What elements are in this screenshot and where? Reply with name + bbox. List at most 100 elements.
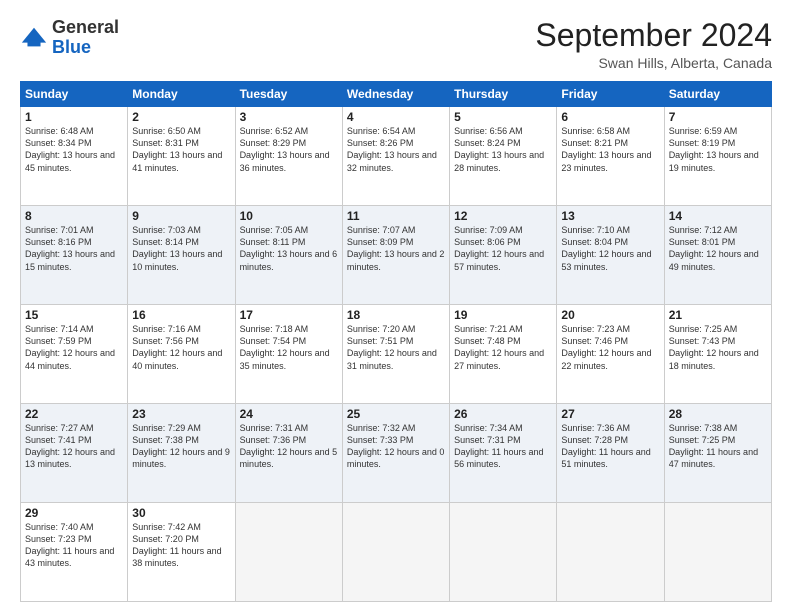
calendar-cell: 8Sunrise: 7:01 AMSunset: 8:16 PMDaylight… [21, 206, 128, 305]
calendar-cell: 23Sunrise: 7:29 AMSunset: 7:38 PMDayligh… [128, 404, 235, 503]
calendar-cell: 15Sunrise: 7:14 AMSunset: 7:59 PMDayligh… [21, 305, 128, 404]
calendar-cell: 16Sunrise: 7:16 AMSunset: 7:56 PMDayligh… [128, 305, 235, 404]
calendar-cell: 10Sunrise: 7:05 AMSunset: 8:11 PMDayligh… [235, 206, 342, 305]
day-of-week-monday: Monday [128, 82, 235, 107]
calendar-cell: 6Sunrise: 6:58 AMSunset: 8:21 PMDaylight… [557, 107, 664, 206]
calendar-cell: 22Sunrise: 7:27 AMSunset: 7:41 PMDayligh… [21, 404, 128, 503]
day-of-week-saturday: Saturday [664, 82, 771, 107]
calendar-cell: 1Sunrise: 6:48 AMSunset: 8:34 PMDaylight… [21, 107, 128, 206]
cell-info: Sunrise: 6:59 AMSunset: 8:19 PMDaylight:… [669, 125, 767, 174]
day-number: 15 [25, 308, 123, 322]
cell-info: Sunrise: 7:32 AMSunset: 7:33 PMDaylight:… [347, 422, 445, 471]
logo-blue-text: Blue [52, 37, 91, 57]
day-number: 21 [669, 308, 767, 322]
calendar-cell: 26Sunrise: 7:34 AMSunset: 7:31 PMDayligh… [450, 404, 557, 503]
calendar-cell: 13Sunrise: 7:10 AMSunset: 8:04 PMDayligh… [557, 206, 664, 305]
calendar-cell: 2Sunrise: 6:50 AMSunset: 8:31 PMDaylight… [128, 107, 235, 206]
calendar-cell [235, 503, 342, 602]
cell-info: Sunrise: 7:16 AMSunset: 7:56 PMDaylight:… [132, 323, 230, 372]
day-number: 20 [561, 308, 659, 322]
cell-info: Sunrise: 7:21 AMSunset: 7:48 PMDaylight:… [454, 323, 552, 372]
calendar-cell: 21Sunrise: 7:25 AMSunset: 7:43 PMDayligh… [664, 305, 771, 404]
day-number: 7 [669, 110, 767, 124]
day-number: 18 [347, 308, 445, 322]
cell-info: Sunrise: 7:36 AMSunset: 7:28 PMDaylight:… [561, 422, 659, 471]
day-number: 30 [132, 506, 230, 520]
day-of-week-tuesday: Tuesday [235, 82, 342, 107]
day-number: 12 [454, 209, 552, 223]
calendar-cell: 30Sunrise: 7:42 AMSunset: 7:20 PMDayligh… [128, 503, 235, 602]
day-number: 6 [561, 110, 659, 124]
day-number: 23 [132, 407, 230, 421]
day-number: 17 [240, 308, 338, 322]
calendar-cell: 29Sunrise: 7:40 AMSunset: 7:23 PMDayligh… [21, 503, 128, 602]
day-number: 27 [561, 407, 659, 421]
day-of-week-friday: Friday [557, 82, 664, 107]
page: General Blue September 2024 Swan Hills, … [0, 0, 792, 612]
calendar-cell: 24Sunrise: 7:31 AMSunset: 7:36 PMDayligh… [235, 404, 342, 503]
calendar-row: 1Sunrise: 6:48 AMSunset: 8:34 PMDaylight… [21, 107, 772, 206]
day-number: 11 [347, 209, 445, 223]
cell-info: Sunrise: 7:27 AMSunset: 7:41 PMDaylight:… [25, 422, 123, 471]
cell-info: Sunrise: 7:09 AMSunset: 8:06 PMDaylight:… [454, 224, 552, 273]
calendar-cell [450, 503, 557, 602]
calendar-cell [342, 503, 449, 602]
header: General Blue September 2024 Swan Hills, … [20, 18, 772, 71]
cell-info: Sunrise: 7:42 AMSunset: 7:20 PMDaylight:… [132, 521, 230, 570]
calendar-cell: 7Sunrise: 6:59 AMSunset: 8:19 PMDaylight… [664, 107, 771, 206]
calendar-cell: 3Sunrise: 6:52 AMSunset: 8:29 PMDaylight… [235, 107, 342, 206]
day-number: 9 [132, 209, 230, 223]
calendar-row: 29Sunrise: 7:40 AMSunset: 7:23 PMDayligh… [21, 503, 772, 602]
logo: General Blue [20, 18, 119, 58]
day-number: 14 [669, 209, 767, 223]
cell-info: Sunrise: 7:34 AMSunset: 7:31 PMDaylight:… [454, 422, 552, 471]
calendar-cell: 12Sunrise: 7:09 AMSunset: 8:06 PMDayligh… [450, 206, 557, 305]
cell-info: Sunrise: 7:38 AMSunset: 7:25 PMDaylight:… [669, 422, 767, 471]
cell-info: Sunrise: 6:54 AMSunset: 8:26 PMDaylight:… [347, 125, 445, 174]
cell-info: Sunrise: 7:14 AMSunset: 7:59 PMDaylight:… [25, 323, 123, 372]
calendar-cell: 19Sunrise: 7:21 AMSunset: 7:48 PMDayligh… [450, 305, 557, 404]
cell-info: Sunrise: 6:50 AMSunset: 8:31 PMDaylight:… [132, 125, 230, 174]
cell-info: Sunrise: 7:03 AMSunset: 8:14 PMDaylight:… [132, 224, 230, 273]
day-number: 2 [132, 110, 230, 124]
calendar-row: 22Sunrise: 7:27 AMSunset: 7:41 PMDayligh… [21, 404, 772, 503]
day-number: 5 [454, 110, 552, 124]
calendar-cell [664, 503, 771, 602]
calendar-header-row: SundayMondayTuesdayWednesdayThursdayFrid… [21, 82, 772, 107]
cell-info: Sunrise: 7:23 AMSunset: 7:46 PMDaylight:… [561, 323, 659, 372]
cell-info: Sunrise: 7:01 AMSunset: 8:16 PMDaylight:… [25, 224, 123, 273]
day-number: 24 [240, 407, 338, 421]
day-number: 8 [25, 209, 123, 223]
location: Swan Hills, Alberta, Canada [535, 55, 772, 71]
calendar-cell: 18Sunrise: 7:20 AMSunset: 7:51 PMDayligh… [342, 305, 449, 404]
logo-general-text: General [52, 17, 119, 37]
calendar-cell: 27Sunrise: 7:36 AMSunset: 7:28 PMDayligh… [557, 404, 664, 503]
cell-info: Sunrise: 7:31 AMSunset: 7:36 PMDaylight:… [240, 422, 338, 471]
cell-info: Sunrise: 7:20 AMSunset: 7:51 PMDaylight:… [347, 323, 445, 372]
cell-info: Sunrise: 6:58 AMSunset: 8:21 PMDaylight:… [561, 125, 659, 174]
calendar-cell: 4Sunrise: 6:54 AMSunset: 8:26 PMDaylight… [342, 107, 449, 206]
cell-info: Sunrise: 7:07 AMSunset: 8:09 PMDaylight:… [347, 224, 445, 273]
day-number: 1 [25, 110, 123, 124]
calendar-row: 8Sunrise: 7:01 AMSunset: 8:16 PMDaylight… [21, 206, 772, 305]
cell-info: Sunrise: 6:52 AMSunset: 8:29 PMDaylight:… [240, 125, 338, 174]
cell-info: Sunrise: 7:25 AMSunset: 7:43 PMDaylight:… [669, 323, 767, 372]
day-number: 22 [25, 407, 123, 421]
calendar-cell: 9Sunrise: 7:03 AMSunset: 8:14 PMDaylight… [128, 206, 235, 305]
day-number: 19 [454, 308, 552, 322]
day-number: 26 [454, 407, 552, 421]
day-of-week-thursday: Thursday [450, 82, 557, 107]
cell-info: Sunrise: 6:56 AMSunset: 8:24 PMDaylight:… [454, 125, 552, 174]
day-number: 29 [25, 506, 123, 520]
cell-info: Sunrise: 7:05 AMSunset: 8:11 PMDaylight:… [240, 224, 338, 273]
month-title: September 2024 [535, 18, 772, 53]
cell-info: Sunrise: 6:48 AMSunset: 8:34 PMDaylight:… [25, 125, 123, 174]
day-number: 25 [347, 407, 445, 421]
calendar-cell: 17Sunrise: 7:18 AMSunset: 7:54 PMDayligh… [235, 305, 342, 404]
cell-info: Sunrise: 7:29 AMSunset: 7:38 PMDaylight:… [132, 422, 230, 471]
calendar-cell: 25Sunrise: 7:32 AMSunset: 7:33 PMDayligh… [342, 404, 449, 503]
calendar-cell: 5Sunrise: 6:56 AMSunset: 8:24 PMDaylight… [450, 107, 557, 206]
day-of-week-wednesday: Wednesday [342, 82, 449, 107]
calendar-cell: 28Sunrise: 7:38 AMSunset: 7:25 PMDayligh… [664, 404, 771, 503]
calendar-cell: 11Sunrise: 7:07 AMSunset: 8:09 PMDayligh… [342, 206, 449, 305]
